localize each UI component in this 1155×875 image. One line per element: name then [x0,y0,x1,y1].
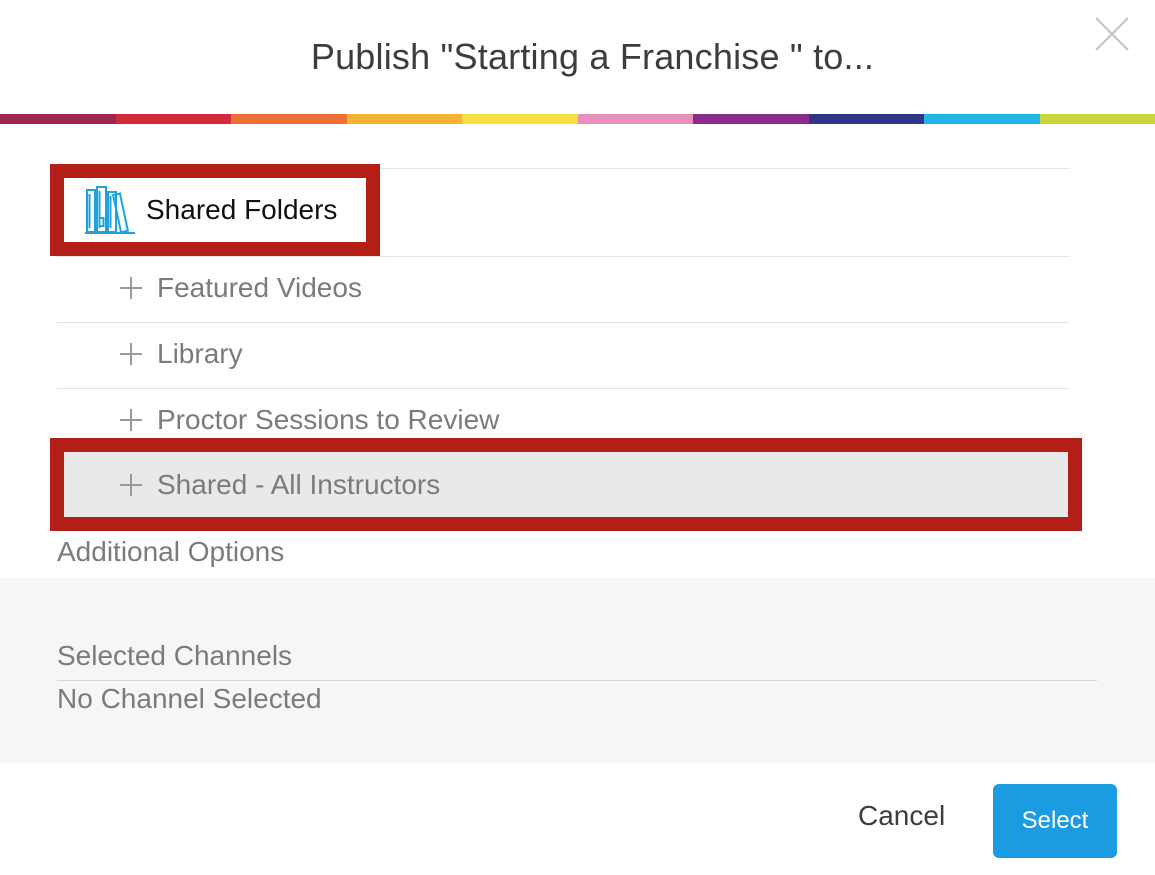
additional-options-toggle[interactable]: Additional Options [57,536,284,568]
rainbow-segment [808,114,924,124]
folder-label: Featured Videos [157,272,362,303]
bookshelf-icon [85,186,135,234]
shared-folders-label: Shared Folders [146,194,338,225]
rainbow-segment [462,114,578,124]
selected-channels-title: Selected Channels [57,640,293,671]
rainbow-segment [577,114,693,124]
plus-icon[interactable] [120,343,142,365]
close-icon [1095,17,1129,51]
rainbow-segment [1039,114,1155,124]
shared-folders-root[interactable]: Shared Folders [50,164,380,256]
folder-item-featured-videos[interactable]: Featured Videos [57,256,1069,320]
select-button[interactable]: Select [993,784,1117,858]
selected-channels-panel: Selected Channels No Channel Selected [0,578,1155,763]
selected-channels-empty: No Channel Selected [57,683,322,714]
folder-label: Proctor Sessions to Review [157,404,500,435]
dialog-title: Publish "Starting a Franchise " to... [310,36,875,77]
cancel-button[interactable]: Cancel [858,800,945,832]
folder-label: Library [157,338,243,369]
rainbow-segment [231,114,347,124]
selected-channels-divider [57,680,1097,681]
rainbow-segment [115,114,231,124]
rainbow-segment [924,114,1040,124]
folder-item-library[interactable]: Library [57,322,1069,386]
rainbow-segment [346,114,462,124]
folder-item-shared-all-instructors[interactable]: Shared - All Instructors [57,453,1069,517]
folder-label: Shared - All Instructors [157,469,441,500]
rainbow-divider [0,114,1155,124]
rainbow-segment [693,114,809,124]
close-button[interactable] [1092,14,1132,54]
plus-icon[interactable] [120,277,142,299]
publish-dialog: Publish "Starting a Franchise " to... Sh… [0,0,1155,875]
rainbow-segment [0,114,116,124]
plus-icon[interactable] [120,409,142,431]
plus-icon[interactable] [120,474,142,496]
